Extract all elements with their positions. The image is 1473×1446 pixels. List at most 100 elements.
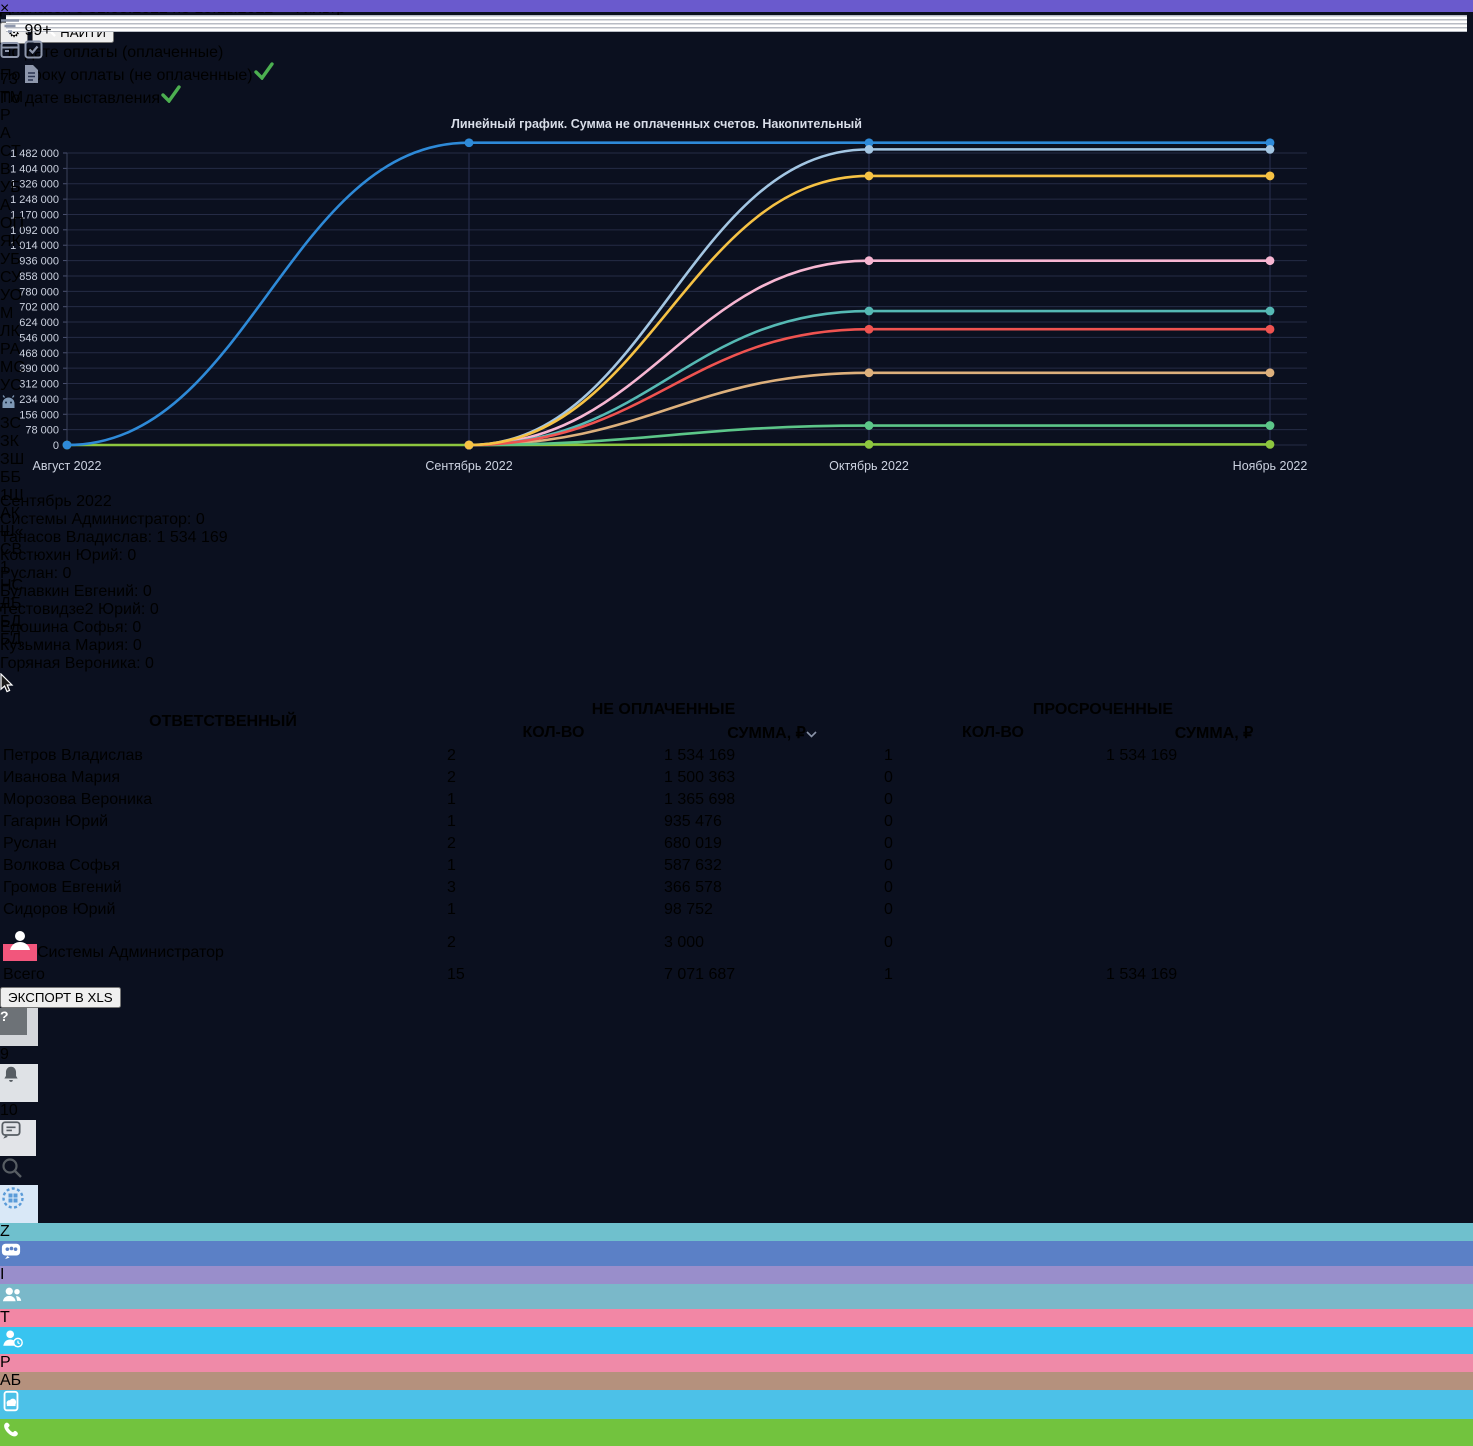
- filter-list-icon[interactable]: [0, 22, 24, 39]
- sidebar-item-23[interactable]: Ш«: [0, 523, 57, 541]
- sidebar-item-17[interactable]: ЗС: [0, 415, 57, 433]
- line-chart[interactable]: Линейный график. Сумма не оплаченных сче…: [0, 108, 1473, 698]
- sidebar-item-22[interactable]: АК: [0, 505, 57, 523]
- responsibles-table: ОТВЕТСТВЕННЫЙ НЕ ОПЛАЧЕННЫЕ ПРОСРОЧЕННЫЕ…: [0, 698, 1325, 987]
- tab-2[interactable]: По дате выставления: [0, 85, 406, 108]
- count-link[interactable]: 1: [447, 857, 456, 874]
- device-cloud-icon[interactable]: [0, 1390, 1473, 1419]
- count-link[interactable]: 1: [447, 901, 456, 918]
- tooltip-series-8: Горяная Вероника: 0: [0, 655, 1473, 673]
- sidebar-item-26[interactable]: НС: [0, 577, 57, 595]
- avatar-letter[interactable]: Z: [0, 1223, 1473, 1241]
- phone-icon[interactable]: [0, 1419, 1473, 1446]
- col-responsible[interactable]: ОТВЕТСТВЕННЫЙ: [2, 700, 444, 744]
- sidebar-item-3[interactable]: СТ: [0, 143, 57, 161]
- sidebar-item-2[interactable]: А: [0, 125, 57, 143]
- table-row: Сидоров Юрий 1 98 752 0: [2, 900, 1323, 920]
- svg-text:Ноябрь 2022: Ноябрь 2022: [1233, 459, 1308, 473]
- right-sidebar: ?910 Z I T PАБ: [0, 1008, 1473, 1446]
- tooltip-series-2: Костюхин Юрий: 0: [0, 547, 1473, 565]
- integration-icon[interactable]: [0, 1185, 1473, 1223]
- sidebar-item-21[interactable]: 1Ш: [0, 487, 57, 505]
- count-value: 0: [884, 769, 893, 786]
- tasks-checkbox-icon[interactable]: [24, 46, 43, 63]
- table-row: Громов Евгений 3 366 578 0: [2, 878, 1323, 898]
- count-link[interactable]: 2: [447, 769, 456, 786]
- sidebar-item-9[interactable]: УБ: [0, 251, 57, 269]
- sidebar-item-20[interactable]: ББ: [0, 469, 57, 487]
- android-icon[interactable]: [0, 395, 57, 415]
- panel-icon[interactable]: [0, 46, 24, 63]
- sidebar-item-0[interactable]: ТМ: [0, 89, 57, 107]
- unpaid-sum: 935 476: [663, 812, 881, 832]
- count-value: 0: [884, 835, 893, 852]
- sidebar-item-14[interactable]: РА: [0, 341, 57, 359]
- overdue-sum: [1105, 922, 1323, 963]
- tab-check-icon: [253, 62, 275, 80]
- sidebar-item-18[interactable]: ЗК: [0, 433, 57, 451]
- tab-0[interactable]: По дате оплаты (оплаченные): [0, 44, 431, 62]
- main-area: Диапазон с 31.08.2022 по 18.11.2022 × Фи…: [0, 0, 1473, 1008]
- unpaid-sum: 1 365 698: [663, 790, 881, 810]
- sidebar-item-27[interactable]: ДБ: [0, 595, 57, 613]
- count-link[interactable]: 1: [447, 791, 456, 808]
- tab-1[interactable]: По сроку оплаты (не оплаченные): [0, 62, 477, 85]
- col-unpaid-sum[interactable]: СУММА, ₽: [663, 722, 881, 744]
- sidebar-item-7[interactable]: ОП: [0, 215, 57, 233]
- person-clock-icon[interactable]: [0, 1327, 1473, 1354]
- avatar-letter[interactable]: T: [0, 1309, 1473, 1327]
- document-icon[interactable]: [22, 71, 40, 88]
- sidebar-item-12[interactable]: М: [0, 305, 57, 323]
- count-link[interactable]: 3: [447, 879, 456, 896]
- overdue-sum: [1105, 812, 1323, 832]
- overdue-sum: 1 534 169: [1105, 746, 1323, 766]
- sidebar-item-10[interactable]: СУ: [0, 269, 57, 287]
- avatar-letter[interactable]: P: [0, 1354, 1473, 1372]
- overdue-sum: [1105, 768, 1323, 788]
- count-link[interactable]: 1: [884, 747, 893, 764]
- sidebar-item-1[interactable]: Р: [0, 107, 57, 125]
- col-overdue-count[interactable]: КОЛ-ВО: [883, 722, 1103, 744]
- sidebar-item-13[interactable]: ЛК: [0, 323, 57, 341]
- sidebar-item-19[interactable]: ЗШ: [0, 451, 57, 469]
- svg-text:Линейный график. Сумма не опла: Линейный график. Сумма не оплаченных сче…: [451, 117, 862, 131]
- responsible-link[interactable]: Системы Администратор: [37, 944, 224, 961]
- sidebar-item-4[interactable]: В: [0, 161, 57, 179]
- table-row: Гагарин Юрий 1 935 476 0: [2, 812, 1323, 832]
- people-icon[interactable]: [0, 1284, 1473, 1309]
- tooltip-series-5: Тестовидзе2 Юрий: 0: [0, 601, 1473, 619]
- sidebar-item-6[interactable]: А: [0, 197, 57, 215]
- bell-icon[interactable]: 10: [0, 1064, 1473, 1120]
- sidebar-item-16[interactable]: УС: [0, 377, 57, 395]
- table-row: Системы Администратор 2 3 000 0: [2, 922, 1323, 963]
- help-icon[interactable]: ?9: [0, 1008, 1473, 1064]
- tooltip-series-6: Едошина Софья: 0: [0, 619, 1473, 637]
- count-link[interactable]: 1: [447, 813, 456, 830]
- close-menu-button[interactable]: ×: [0, 0, 57, 18]
- avatar-letter[interactable]: АБ: [0, 1372, 1473, 1390]
- sidebar-item-15[interactable]: МС: [0, 359, 57, 377]
- sidebar-item-28[interactable]: БД: [0, 613, 57, 631]
- col-overdue-sum[interactable]: СУММА, ₽: [1105, 722, 1323, 744]
- left-sidebar: × 99+ 73 ТМРАСТВУБАОПЯКУБСУУОМЛКРАМСУС З…: [0, 0, 57, 1172]
- table-row: Морозова Вероника 1 1 365 698 0: [2, 790, 1323, 810]
- tooltip-series-0: Системы Администратор: 0: [0, 511, 1473, 529]
- tooltip-title: Сентябрь 2022: [0, 493, 1473, 511]
- sidebar-item-24[interactable]: СВ: [0, 541, 57, 559]
- sidebar-item-5[interactable]: УБ: [0, 179, 57, 197]
- count-link[interactable]: 2: [447, 747, 456, 764]
- sidebar-item-8[interactable]: ЯК: [0, 233, 57, 251]
- count-link[interactable]: 2: [447, 934, 456, 951]
- table-row: Иванова Мария 2 1 500 363 0: [2, 768, 1323, 788]
- community-icon[interactable]: [0, 1241, 1473, 1266]
- tooltip-series-7: Кузьмина Мария: 0: [0, 637, 1473, 655]
- count-link[interactable]: 2: [447, 835, 456, 852]
- search-icon[interactable]: [0, 1156, 1473, 1185]
- avatar-letter[interactable]: I: [0, 1266, 1473, 1284]
- sidebar-item-25[interactable]: 1: [0, 559, 57, 577]
- col-unpaid-count[interactable]: КОЛ-ВО: [446, 722, 661, 744]
- sidebar-item-29[interactable]: БД: [0, 631, 57, 649]
- sidebar-item-11[interactable]: УО: [0, 287, 57, 305]
- chat-settings-icon[interactable]: [0, 1120, 1473, 1156]
- overdue-sum: [1105, 834, 1323, 854]
